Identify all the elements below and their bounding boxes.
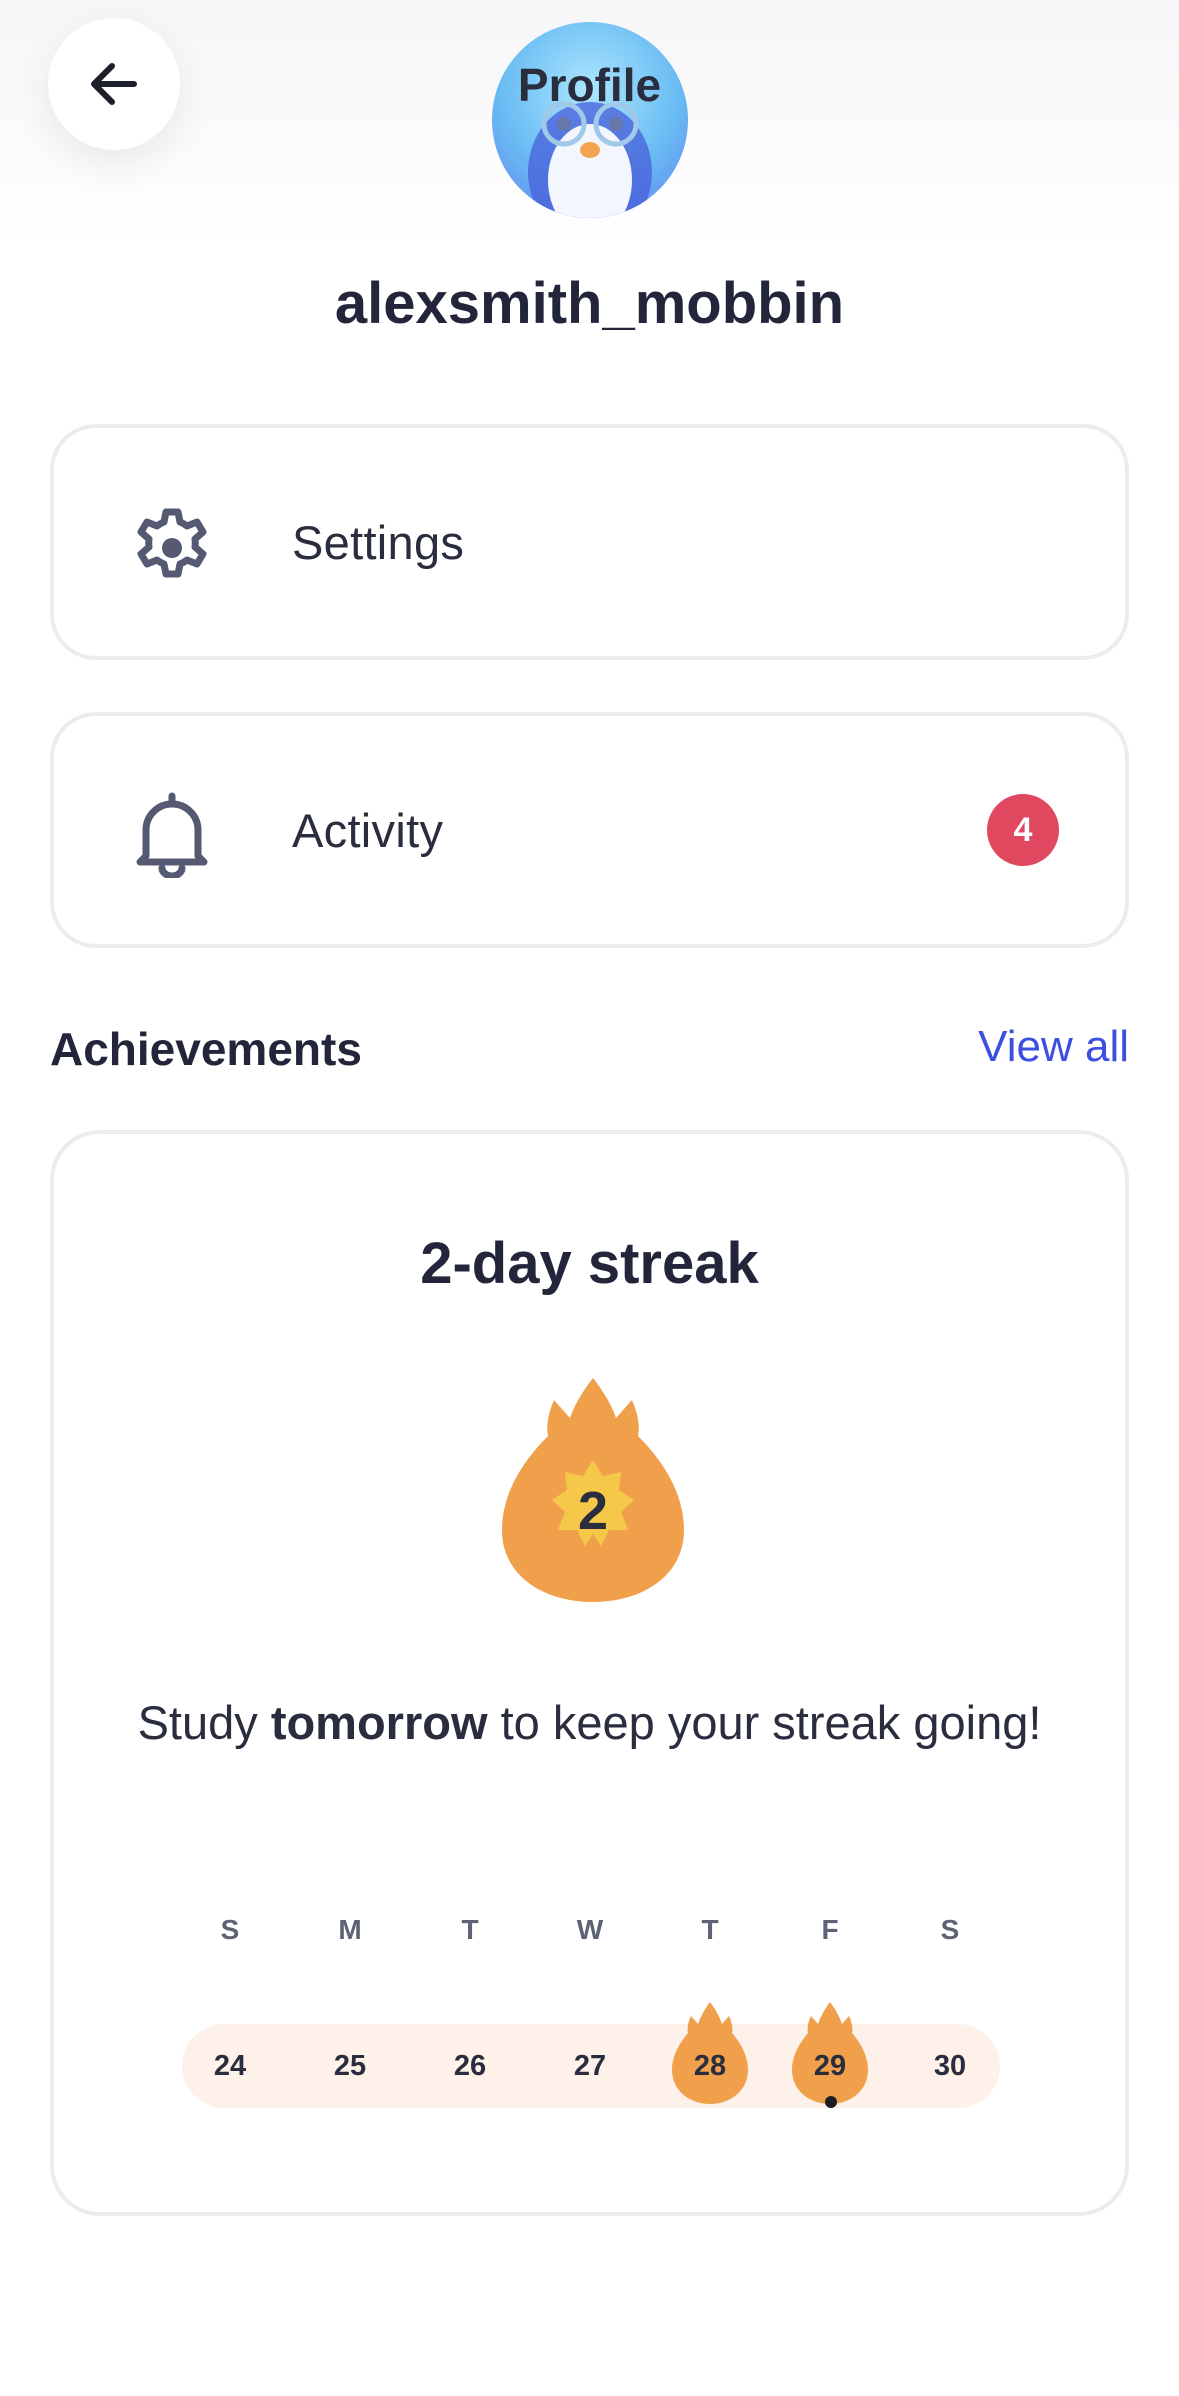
activity-item[interactable]: Activity 4 xyxy=(50,712,1129,948)
settings-label: Settings xyxy=(292,515,465,569)
streak-message-post: to keep your streak going! xyxy=(487,1696,1042,1749)
streak-title: 2-day streak xyxy=(420,1231,759,1296)
avatar xyxy=(492,22,688,218)
settings-item[interactable]: Settings xyxy=(50,424,1129,660)
day-cell: 30 xyxy=(905,2024,995,2108)
day-cell: 26 xyxy=(425,2024,515,2108)
gear-icon xyxy=(137,508,207,578)
today-indicator xyxy=(825,2096,837,2108)
weekday-label: M xyxy=(338,1914,362,1945)
streak-message-bold: tomorrow xyxy=(270,1696,488,1749)
activity-label: Activity xyxy=(292,803,444,857)
weekday-label: T xyxy=(701,1914,719,1945)
username: alexsmith_mobbin xyxy=(334,271,845,336)
streak-card: 2-day streak 2 Study tomorrow to keep yo… xyxy=(50,1130,1129,2216)
weekday-labels: SMTWTFS xyxy=(170,1914,1010,1974)
day-number: 30 xyxy=(933,2049,967,2082)
day-cell: 28 xyxy=(665,2002,755,2108)
weekday-label: S xyxy=(940,1914,960,1945)
day-number: 29 xyxy=(813,2049,847,2082)
penguin-avatar-icon xyxy=(528,101,652,218)
streak-week-days: 24 25 26 27 28 29 30 xyxy=(170,2002,1010,2144)
day-cell: 27 xyxy=(545,2024,635,2108)
day-cell: 24 xyxy=(185,2024,275,2108)
day-cell: 29 xyxy=(785,2002,875,2108)
streak-flame-badge: 2 xyxy=(500,1374,686,1604)
notification-badge: 4 xyxy=(987,794,1059,866)
streak-message: Study tomorrow to keep your streak going… xyxy=(54,1694,1125,1752)
streak-count: 2 xyxy=(578,1481,608,1541)
streak-message-pre: Study xyxy=(137,1696,271,1749)
flame-icon: 2 xyxy=(502,1378,684,1602)
day-number: 25 xyxy=(333,2049,367,2082)
day-number: 26 xyxy=(453,2049,487,2082)
bell-icon xyxy=(136,792,208,878)
day-number: 27 xyxy=(573,2049,607,2082)
weekday-label: W xyxy=(576,1914,604,1945)
day-number: 28 xyxy=(693,2049,727,2082)
weekday-label: F xyxy=(821,1914,839,1945)
arrow-left-icon xyxy=(91,63,137,105)
day-number: 24 xyxy=(213,2049,247,2082)
view-all-link[interactable]: View all xyxy=(978,1022,1129,1072)
weekday-label: S xyxy=(220,1914,240,1945)
weekday-label: T xyxy=(461,1914,479,1945)
achievements-heading: Achievements xyxy=(50,1023,362,1075)
back-button[interactable] xyxy=(48,18,180,150)
day-cell: 25 xyxy=(305,2024,395,2108)
